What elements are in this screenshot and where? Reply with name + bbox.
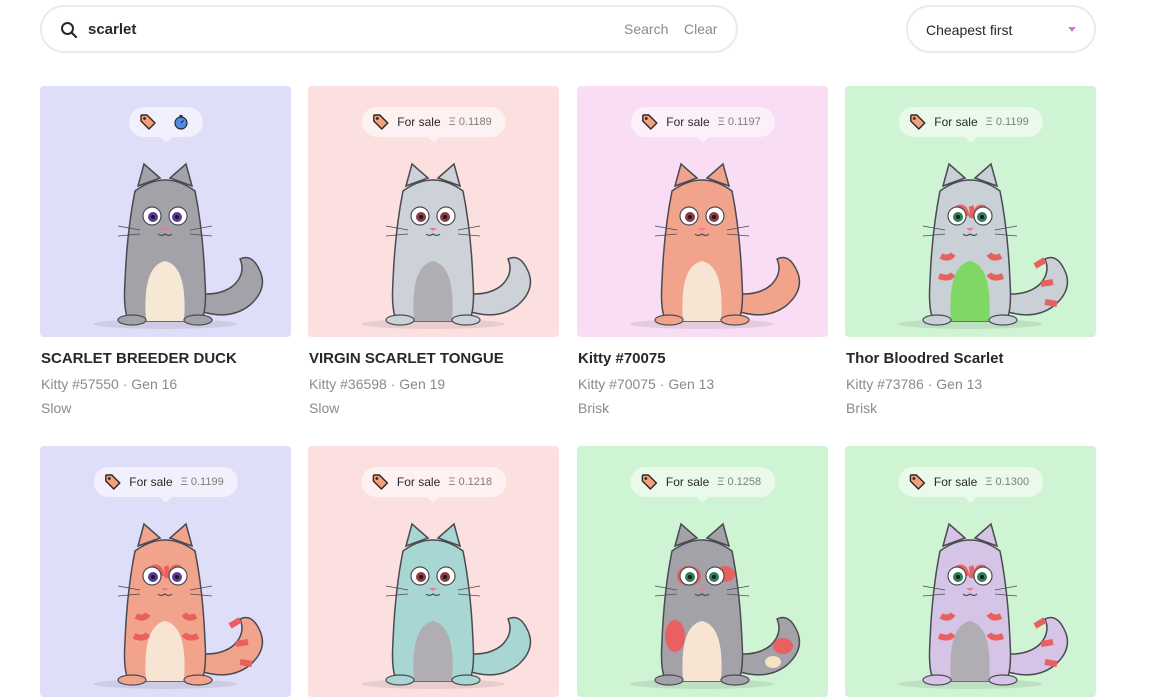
kitty-id-gen: Kitty #73786 · Gen 13 [846, 376, 983, 392]
sort-selected-value: Cheapest first [926, 22, 1013, 38]
kitty-id-gen: Kitty #57550 · Gen 16 [41, 376, 178, 392]
kitty-cooldown-speed: Slow [41, 400, 72, 416]
price-value: Ξ 0.1197 [717, 116, 761, 128]
kitty-image [361, 522, 532, 689]
kitty-cooldown-speed: Brisk [578, 400, 610, 416]
price-tag-icon [641, 114, 657, 130]
search-icon [61, 22, 78, 39]
kitty-id-gen: Kitty #70075 · Gen 13 [578, 376, 715, 392]
kitty-image [93, 162, 264, 329]
kitty-cooldown-speed: Brisk [846, 400, 878, 416]
sale-badge [128, 107, 203, 143]
price-value: Ξ 0.1300 [985, 476, 1030, 488]
price-tag-icon [372, 474, 388, 490]
price-value: Ξ 0.1258 [717, 476, 762, 488]
kitty-tile[interactable]: For sale Ξ 0.1300 [845, 446, 1096, 697]
kitty-image [898, 162, 1069, 329]
price-tag-icon [909, 474, 925, 490]
kitty-name: Thor Bloodred Scarlet [846, 350, 1004, 367]
price-value: Ξ 0.1199 [180, 476, 224, 488]
kitty-cooldown-speed: Slow [309, 400, 340, 416]
sale-badge: For sale Ξ 0.1189 [361, 107, 506, 143]
kitty-tile[interactable]: For sale Ξ 0.1197 [577, 86, 828, 337]
kitty-tile[interactable]: For sale Ξ 0.1218 [308, 446, 559, 697]
search-input[interactable] [88, 18, 568, 40]
sale-badge: For sale Ξ 0.1218 [360, 467, 507, 503]
price-tag-icon [641, 474, 657, 490]
stopwatch-icon [173, 115, 188, 130]
kitty-tile[interactable] [40, 86, 291, 337]
kitty-id-gen: Kitty #36598 · Gen 19 [309, 376, 446, 392]
sale-badge: For sale Ξ 0.1197 [630, 107, 775, 143]
clear-button[interactable]: Clear [684, 21, 717, 37]
sale-status: For sale [665, 475, 710, 489]
sale-status: For sale [933, 475, 978, 489]
search-button[interactable]: Search [624, 21, 668, 37]
kitty-name: SCARLET BREEDER DUCK [41, 350, 237, 367]
sale-status: For sale [397, 115, 441, 129]
kitty-tile[interactable]: For sale Ξ 0.1189 [308, 86, 559, 337]
kitty-image [898, 522, 1069, 689]
sale-badge: For sale Ξ 0.1199 [93, 467, 238, 503]
kitty-image [630, 522, 801, 689]
kitty-image [361, 162, 532, 329]
sale-status: For sale [666, 115, 710, 129]
kitty-tile[interactable]: For sale Ξ 0.1258 [577, 446, 828, 697]
sale-status: For sale [934, 115, 978, 129]
chevron-down-icon [1068, 27, 1076, 32]
kitty-image [93, 522, 264, 689]
price-tag-icon [104, 474, 120, 490]
kitty-image [630, 162, 801, 329]
price-value: Ξ 0.1218 [448, 476, 493, 488]
sale-status: For sale [129, 475, 173, 489]
price-tag-icon [909, 114, 925, 130]
price-tag-icon [139, 114, 156, 130]
price-tag-icon [372, 114, 388, 130]
sale-status: For sale [396, 475, 441, 489]
sort-dropdown[interactable]: Cheapest first [906, 5, 1096, 53]
sale-badge: For sale Ξ 0.1300 [897, 467, 1044, 503]
sale-badge: For sale Ξ 0.1258 [629, 467, 776, 503]
sale-badge: For sale Ξ 0.1199 [898, 107, 1043, 143]
price-value: Ξ 0.1189 [448, 116, 492, 128]
price-value: Ξ 0.1199 [985, 116, 1029, 128]
search-bar[interactable]: Search Clear [40, 5, 738, 53]
kitty-name: Kitty #70075 [578, 350, 666, 367]
kitty-tile[interactable]: For sale Ξ 0.1199 [845, 86, 1096, 337]
kitty-name: VIRGIN SCARLET TONGUE [309, 350, 504, 367]
kitty-tile[interactable]: For sale Ξ 0.1199 [40, 446, 291, 697]
